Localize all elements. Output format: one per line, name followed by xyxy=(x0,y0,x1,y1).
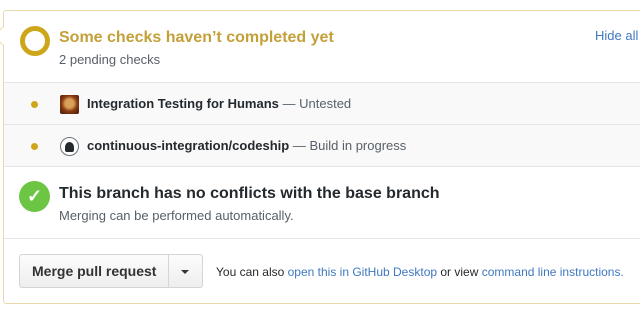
pending-status-icon xyxy=(20,26,50,56)
checks-status-subtitle: 2 pending checks xyxy=(59,52,161,67)
check-name: Integration Testing for Humans xyxy=(87,96,279,111)
check-state: Untested xyxy=(299,96,352,111)
pending-dot-icon xyxy=(31,101,38,108)
codeship-avatar[interactable] xyxy=(60,137,79,156)
check-text: Integration Testing for Humans — Unteste… xyxy=(87,96,351,111)
merge-method-dropdown-button[interactable] xyxy=(169,254,204,288)
merge-actions: Merge pull request You can also open thi… xyxy=(4,239,640,305)
merge-status-title: This branch has no conflicts with the ba… xyxy=(59,185,440,202)
check-text: continuous-integration/codeship — Build … xyxy=(87,138,406,153)
help-prefix: You can also xyxy=(216,265,288,279)
check-row-codeship: continuous-integration/codeship — Build … xyxy=(4,125,640,167)
checks-status-title: Some checks haven’t completed yet xyxy=(59,29,334,46)
check-separator: — xyxy=(289,138,310,153)
caret-down-icon xyxy=(181,270,190,274)
hide-all-link[interactable]: Hide all xyxy=(595,28,638,43)
check-icon: ✓ xyxy=(19,181,50,212)
merge-status-subtitle: Merging can be performed automatically. xyxy=(59,208,294,223)
check-name: continuous-integration/codeship xyxy=(87,138,290,153)
pending-dot-icon xyxy=(31,143,38,150)
check-state: Build in progress xyxy=(309,138,407,153)
merge-pull-request-button[interactable]: Merge pull request xyxy=(19,254,170,288)
open-github-desktop-link[interactable]: open this in GitHub Desktop xyxy=(288,265,437,279)
merge-panel: Some checks haven’t completed yet 2 pend… xyxy=(0,10,640,305)
integration-testing-avatar[interactable] xyxy=(60,95,79,114)
check-row-integration-testing: Integration Testing for Humans — Unteste… xyxy=(4,83,640,125)
merge-button-group: Merge pull request xyxy=(19,254,204,288)
command-line-instructions-link[interactable]: command line instructions. xyxy=(482,265,624,279)
check-separator: — xyxy=(278,96,300,111)
checks-status-header: Some checks haven’t completed yet 2 pend… xyxy=(4,11,640,83)
merge-help-text: You can also open this in GitHub Desktop… xyxy=(216,265,624,279)
merge-status-section: ✓ This branch has no conflicts with the … xyxy=(4,167,640,239)
help-middle: or view xyxy=(437,265,482,279)
checks-list: Integration Testing for Humans — Unteste… xyxy=(4,82,640,167)
